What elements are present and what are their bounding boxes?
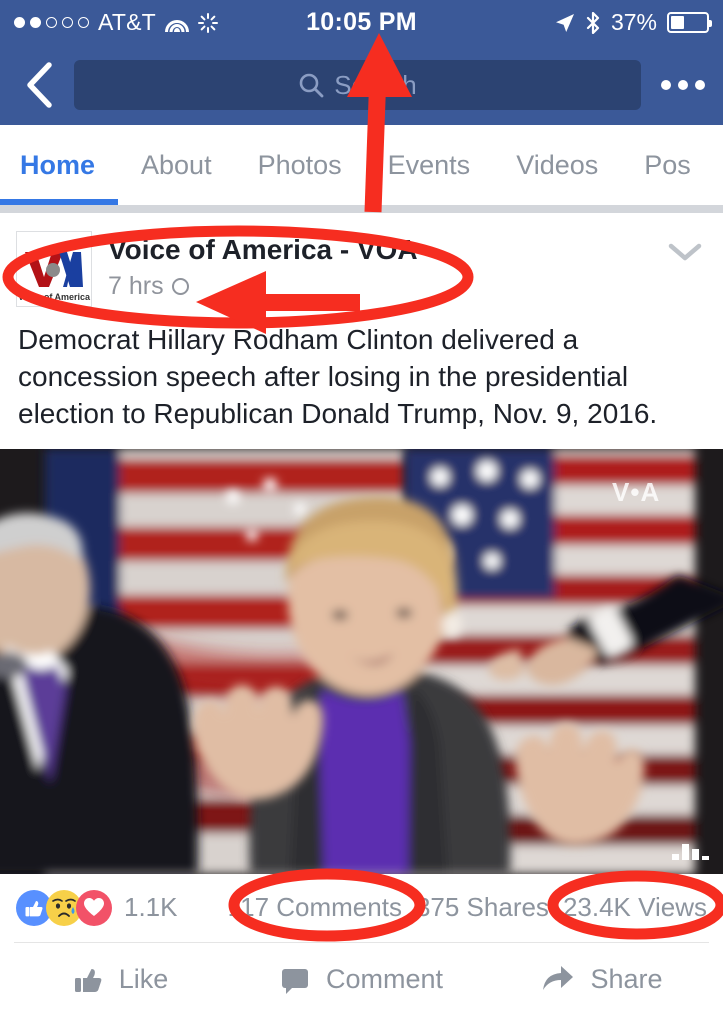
post-timestamp[interactable]: 7 hrs [108, 272, 164, 301]
video-still-image [0, 448, 723, 874]
battery-percent-label: 37% [610, 9, 657, 35]
search-placeholder: Search [334, 69, 417, 100]
tab-bar-separator [0, 205, 723, 213]
share-button[interactable]: Share [482, 964, 723, 995]
like-button[interactable]: Like [0, 964, 241, 995]
more-dots-icon [695, 80, 705, 90]
love-reaction-icon [76, 889, 112, 926]
more-dots-icon [678, 80, 688, 90]
avatar-caption: Voice of America [17, 292, 91, 302]
thumbs-up-icon [74, 968, 102, 992]
carrier-label: AT&T [98, 9, 156, 35]
reaction-count[interactable]: 1.1K [124, 892, 178, 923]
tab-about[interactable]: About [118, 125, 235, 205]
cellular-signal-icon [14, 17, 89, 28]
comments-stat[interactable]: 117 Comments [228, 892, 402, 923]
page-avatar[interactable]: Voice of America [16, 231, 92, 307]
post-options-button[interactable] [665, 235, 705, 269]
post-time-row: 7 hrs [108, 272, 707, 301]
comment-bubble-icon [281, 968, 308, 994]
bluetooth-icon [586, 11, 600, 34]
tab-videos[interactable]: Videos [493, 125, 621, 205]
back-button[interactable] [18, 62, 60, 108]
status-bar-right: 37% [555, 9, 712, 36]
engagement-stats: 117 Comments 375 Shares 23.4K Views [228, 892, 707, 923]
post-video-thumbnail[interactable]: V•A [0, 448, 723, 874]
post-action-bar: Like Comment Share [0, 943, 723, 1017]
navigation-bar: Search [0, 45, 723, 125]
tab-home[interactable]: Home [0, 125, 119, 205]
video-watermark: V•A [612, 476, 661, 507]
post-meta: Voice of America - VOA 7 hrs [92, 231, 707, 301]
share-arrow-icon [543, 965, 574, 990]
back-chevron-icon [27, 62, 52, 108]
post-card: Voice of America Voice of America - VOA … [0, 213, 723, 1017]
activity-spinner-icon [197, 12, 218, 33]
comment-button[interactable]: Comment [241, 964, 482, 995]
engagement-bar: 1.1K 117 Comments 375 Shares 23.4K Views [0, 873, 723, 942]
status-bar: AT&T 10:05 PM 37% [0, 0, 723, 45]
page-tab-bar: Home About Photos Events Videos Pos [0, 125, 723, 205]
share-label: Share [590, 964, 663, 995]
tab-events[interactable]: Events [365, 125, 494, 205]
views-stat[interactable]: 23.4K Views [563, 892, 707, 923]
status-bar-left: AT&T [14, 9, 218, 36]
wifi-icon [164, 14, 189, 32]
post-text: Democrat Hillary Rodham Clinton delivere… [18, 324, 658, 430]
search-icon [299, 73, 324, 98]
post-header: Voice of America Voice of America - VOA … [0, 213, 723, 311]
video-bars-icon [672, 840, 709, 860]
tab-photos[interactable]: Photos [235, 125, 365, 205]
reaction-icons[interactable] [16, 889, 112, 926]
shares-stat[interactable]: 375 Shares [416, 892, 549, 923]
globe-icon [171, 278, 189, 296]
facebook-page-screen: AT&T 10:05 PM 37% Search Home About Phot… [0, 0, 723, 1024]
comment-label: Comment [325, 964, 444, 995]
voa-logo-icon [23, 246, 85, 292]
more-dots-icon [661, 80, 671, 90]
tab-pos[interactable]: Pos [621, 125, 714, 205]
chevron-down-icon [668, 243, 702, 261]
location-arrow-icon [555, 13, 574, 32]
battery-icon [667, 12, 712, 33]
search-input[interactable]: Search [74, 60, 641, 110]
more-options-button[interactable] [655, 80, 705, 90]
like-label: Like [118, 964, 169, 995]
page-name[interactable]: Voice of America - VOA [108, 234, 707, 266]
